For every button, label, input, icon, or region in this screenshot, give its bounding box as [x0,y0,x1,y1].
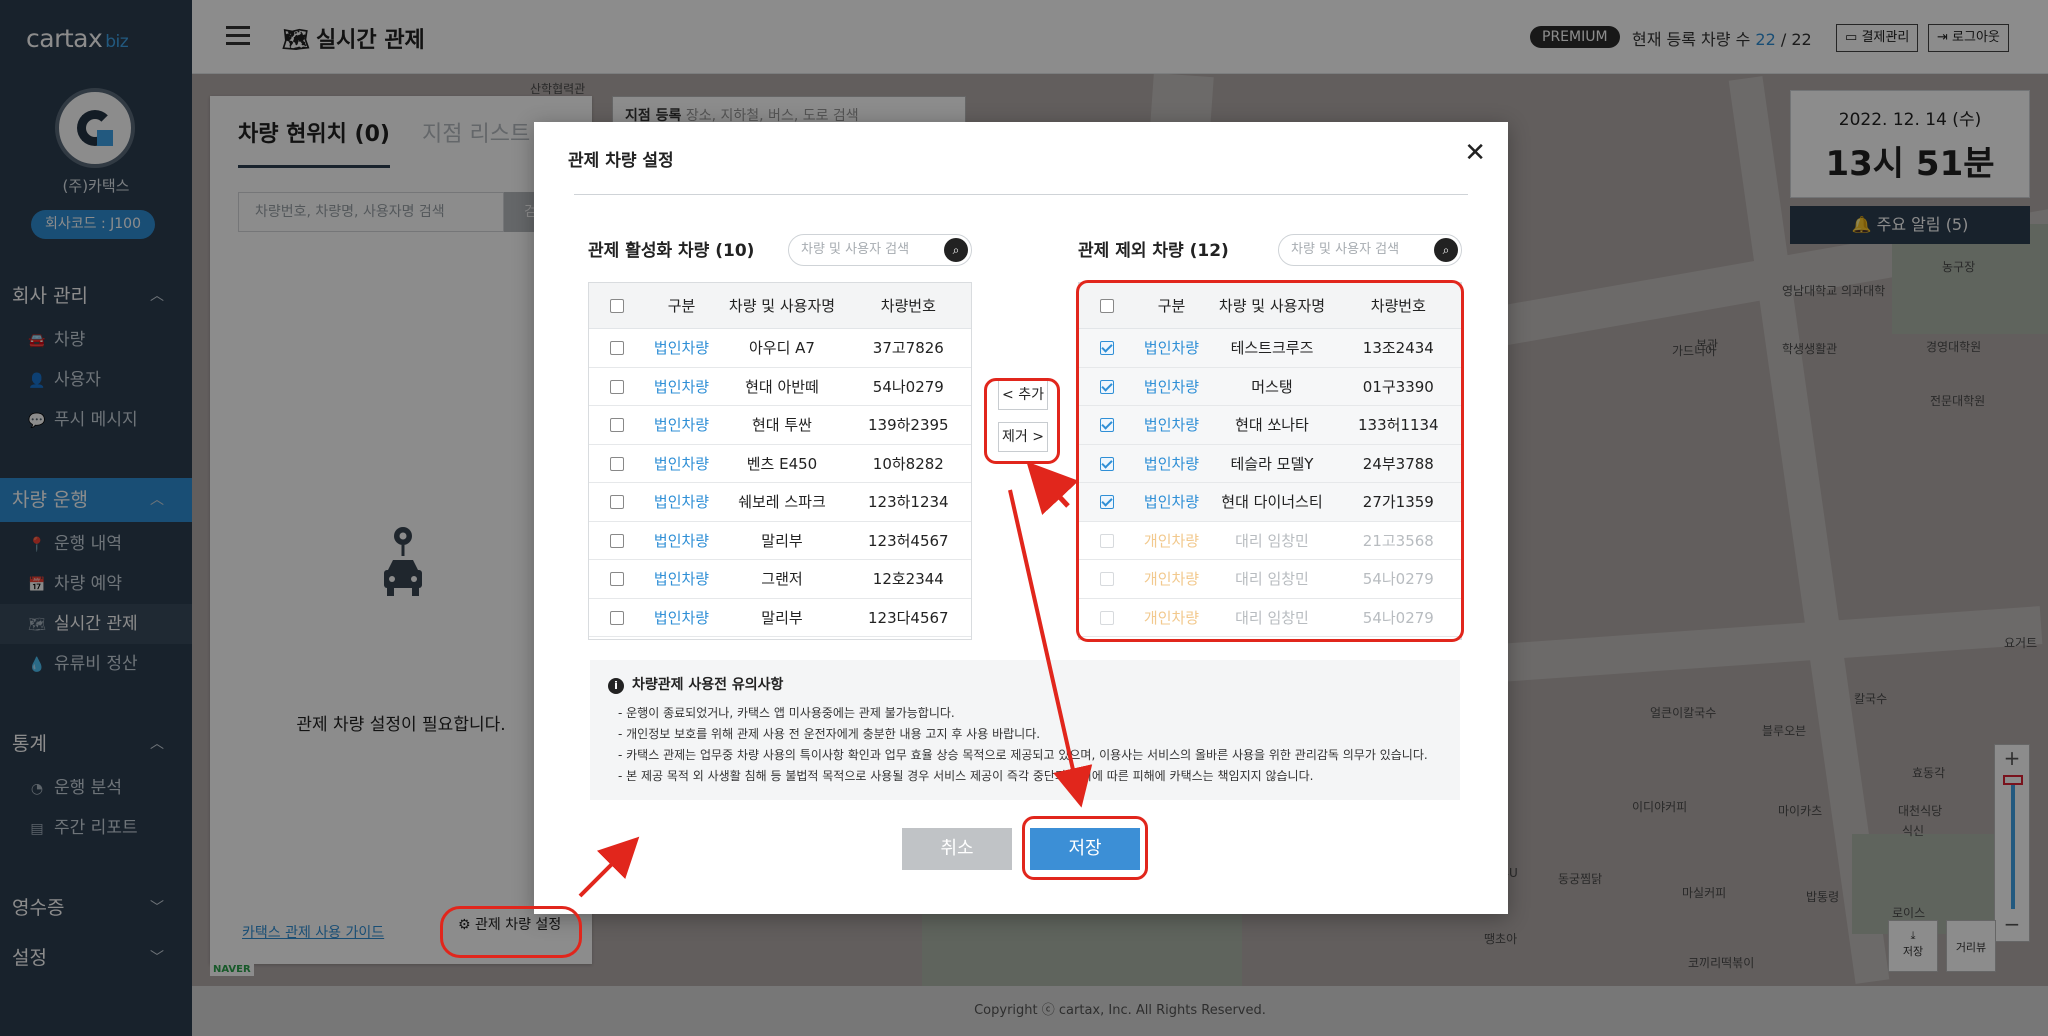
table-row[interactable]: 법인차량 현대 아반떼 54나0279 [589,368,971,406]
row-checkbox[interactable] [609,572,624,587]
column-plate: 차량번호 [880,297,936,315]
table-header: 구분 차량 및 사용자명 차량번호 [1079,283,1461,329]
row-checkbox[interactable] [609,456,624,471]
info-icon: i [608,678,624,694]
row-checkbox[interactable] [609,533,624,548]
row-checkbox[interactable] [609,610,624,625]
add-button[interactable]: < 추가 [998,380,1048,410]
column-plate: 차량번호 [1370,297,1426,315]
row-checkbox[interactable] [1099,379,1114,394]
row-checkbox[interactable] [1099,341,1114,356]
column-type: 구분 [667,297,696,315]
table-row[interactable]: 법인차량 테스트크루즈 13조2434 [1079,329,1461,368]
row-checkbox[interactable] [609,379,624,394]
row-checkbox[interactable] [609,495,624,510]
row-checkbox [1099,572,1114,587]
select-all-checkbox[interactable] [1099,299,1114,313]
notice-line: - 운행이 종료되었거나, 카택스 앱 미사용중에는 관제 불가능합니다. [618,706,955,720]
row-checkbox[interactable] [609,418,624,433]
table-row[interactable]: 법인차량 현대 쏘나타 133허1134 [1079,406,1461,445]
row-checkbox[interactable] [609,341,624,356]
row-checkbox[interactable] [1099,495,1114,510]
notice-line: - 개인정보 보호를 위해 관제 사용 전 운전자에게 충분한 내용 고지 후 … [618,727,1041,741]
table-row: 개인차량 대리 임창민 21고3568 [1079,522,1461,560]
table-header: 구분 차량 및 사용자명 차량번호 [589,283,971,329]
table-row[interactable]: 법인차량 말리부 123허4567 [589,522,971,560]
active-vehicle-table: 구분 차량 및 사용자명 차량번호 법인차량 아우디 A7 37고7826 법인차량… [588,282,972,640]
excluded-vehicle-table: 구분 차량 및 사용자명 차량번호 법인차량 테스트크루즈 13조2434 법인차량… [1078,282,1462,640]
divider [574,194,1468,195]
excluded-search-input[interactable]: 차량 및 사용자 검색 ⌕ [1278,234,1462,266]
notice-line: - 본 제공 목적 외 사생활 침해 등 불법적 목적으로 사용될 경우 서비스… [618,769,1314,783]
column-name: 차량 및 사용자명 [1218,297,1326,315]
table-row: 개인차량 대리 임창민 54나0279 [1079,560,1461,599]
active-search-input[interactable]: 차량 및 사용자 검색 ⌕ [788,234,972,266]
row-checkbox [1099,533,1114,548]
control-vehicle-modal: 관제 차량 설정 ✕ 관제 활성화 차량 (10) 차량 및 사용자 검색 ⌕ 관… [534,122,1508,914]
remove-button[interactable]: 제거 > [998,422,1048,452]
excluded-vehicles-title: 관제 제외 차량 (12) [1078,241,1229,261]
search-icon[interactable]: ⌕ [944,238,968,262]
table-row[interactable]: 법인차량 현대 다이너스티 27가1359 [1079,483,1461,522]
column-name: 차량 및 사용자명 [728,297,836,315]
table-row: 개인차량 대리 임창민 54나0279 [1079,599,1461,637]
search-icon[interactable]: ⌕ [1434,238,1458,262]
row-checkbox[interactable] [1099,418,1114,433]
column-type: 구분 [1157,297,1186,315]
active-vehicles-title: 관제 활성화 차량 (10) [588,241,755,261]
table-row[interactable]: 법인차량 그랜저 12호2344 [589,560,971,599]
save-button[interactable]: 저장 [1030,828,1140,870]
usage-notice: i 차량관제 사용전 유의사항 - 운행이 종료되었거나, 카택스 앱 미사용중에… [590,660,1460,800]
table-row[interactable]: 법인차량 쉐보레 스파크 123하1234 [589,483,971,522]
table-row[interactable]: 법인차량 현대 투싼 139하2395 [589,406,971,445]
notice-line: - 카택스 관제는 업무중 차량 사용의 특이사항 확인과 업무 효율 상승 목… [618,748,1428,762]
row-checkbox[interactable] [1099,456,1114,471]
cancel-button[interactable]: 취소 [902,828,1012,870]
notice-title: i 차량관제 사용전 유의사항 [608,674,783,694]
table-row[interactable]: 법인차량 말리부 123다4567 [589,599,971,637]
select-all-checkbox[interactable] [609,299,624,313]
close-icon[interactable]: ✕ [1464,138,1486,168]
modal-title: 관제 차량 설정 [568,151,674,171]
table-row[interactable]: 법인차량 벤츠 E450 10하8282 [589,445,971,483]
table-row[interactable]: 법인차량 머스탱 01구3390 [1079,367,1461,406]
table-row[interactable]: 법인차량 테슬라 모델Y 24부3788 [1079,444,1461,483]
table-row[interactable]: 법인차량 아우디 A7 37고7826 [589,329,971,368]
row-checkbox [1099,610,1114,625]
